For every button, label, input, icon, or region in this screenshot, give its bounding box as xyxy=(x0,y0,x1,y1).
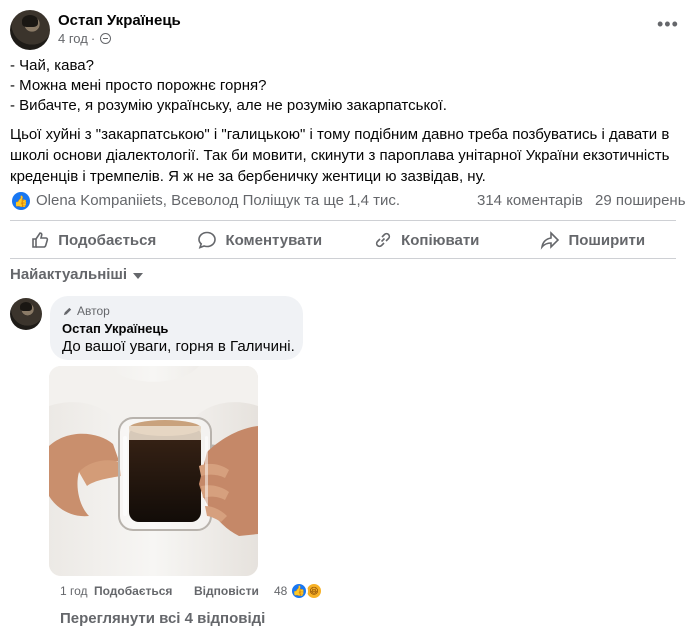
comment-author-name[interactable]: Остап Українець xyxy=(62,321,168,336)
divider xyxy=(10,220,676,221)
post-author-name[interactable]: Остап Українець xyxy=(58,12,181,29)
like-reaction-icon[interactable]: 👍 xyxy=(12,192,30,210)
view-replies-link[interactable]: Переглянути всі 4 відповіді xyxy=(60,610,265,627)
share-button-label: Поширити xyxy=(568,231,646,249)
comments-count[interactable]: 314 коментарів xyxy=(477,192,583,209)
author-badge: Автор xyxy=(62,304,110,318)
comment-text: До вашої уваги, горня в Галичині. xyxy=(62,338,295,355)
divider xyxy=(10,258,676,259)
comment-reply-button[interactable]: Відповісти xyxy=(194,584,259,598)
comment-like-button[interactable]: Подобається xyxy=(94,584,172,598)
link-icon xyxy=(375,232,391,248)
sort-label: Найактуальніші xyxy=(10,266,128,283)
post-time[interactable]: 4 год xyxy=(58,31,88,46)
copy-button[interactable]: Копіювати xyxy=(343,222,510,258)
like-button-label: Подобається xyxy=(58,231,157,249)
share-button[interactable]: Поширити xyxy=(510,222,677,258)
comment-bubble: Автор Остап Українець До вашої уваги, го… xyxy=(50,296,303,360)
pencil-icon xyxy=(63,307,72,315)
thumbs-up-icon xyxy=(32,232,49,248)
dialogue-line: - Чай, кава? xyxy=(10,57,94,74)
reactors-text[interactable]: Olena Kompaniiets, Всеволод Поліщук та щ… xyxy=(36,192,400,209)
comment-button-label: Коментувати xyxy=(225,231,323,249)
author-badge-label: Автор xyxy=(77,304,110,318)
comment-icon xyxy=(198,231,217,249)
coffee-mug-image xyxy=(49,366,258,576)
post-author-avatar[interactable] xyxy=(10,10,50,50)
reactions-summary: 👍 Olena Kompaniiets, Всеволод Поліщук та… xyxy=(10,190,686,212)
more-horizontal-icon[interactable]: ••• xyxy=(657,14,679,35)
comment-author-avatar[interactable] xyxy=(10,298,42,330)
dialogue-line: - Можна мені просто порожнє горня? xyxy=(10,77,267,94)
post-paragraph: Цьої хуйні з "закарпатською" і "галицько… xyxy=(10,126,670,185)
post-dialogue: - Чай, кава? - Можна мені просто порожнє… xyxy=(10,56,680,116)
comment-reactions-count[interactable]: 48 xyxy=(274,584,287,598)
comment-time[interactable]: 1 год xyxy=(60,584,88,598)
comment-photo[interactable] xyxy=(49,366,258,576)
comment-sort-dropdown[interactable]: Найактуальніші xyxy=(10,266,144,283)
like-reaction-icon[interactable]: 👍 xyxy=(290,582,308,600)
like-button[interactable]: Подобається xyxy=(10,222,177,258)
globe-icon[interactable] xyxy=(100,33,112,44)
dialogue-line: - Вибачте, я розумію українську, але не … xyxy=(10,97,447,114)
post-actions: Подобається Коментувати Копіювати Пошири… xyxy=(10,222,676,258)
copy-button-label: Копіювати xyxy=(401,231,480,249)
caret-down-icon xyxy=(133,272,144,279)
shares-count[interactable]: 29 поширень xyxy=(595,192,686,209)
share-icon xyxy=(541,231,560,250)
comment-button[interactable]: Коментувати xyxy=(177,222,344,258)
post-meta: 4 год · xyxy=(58,31,112,46)
